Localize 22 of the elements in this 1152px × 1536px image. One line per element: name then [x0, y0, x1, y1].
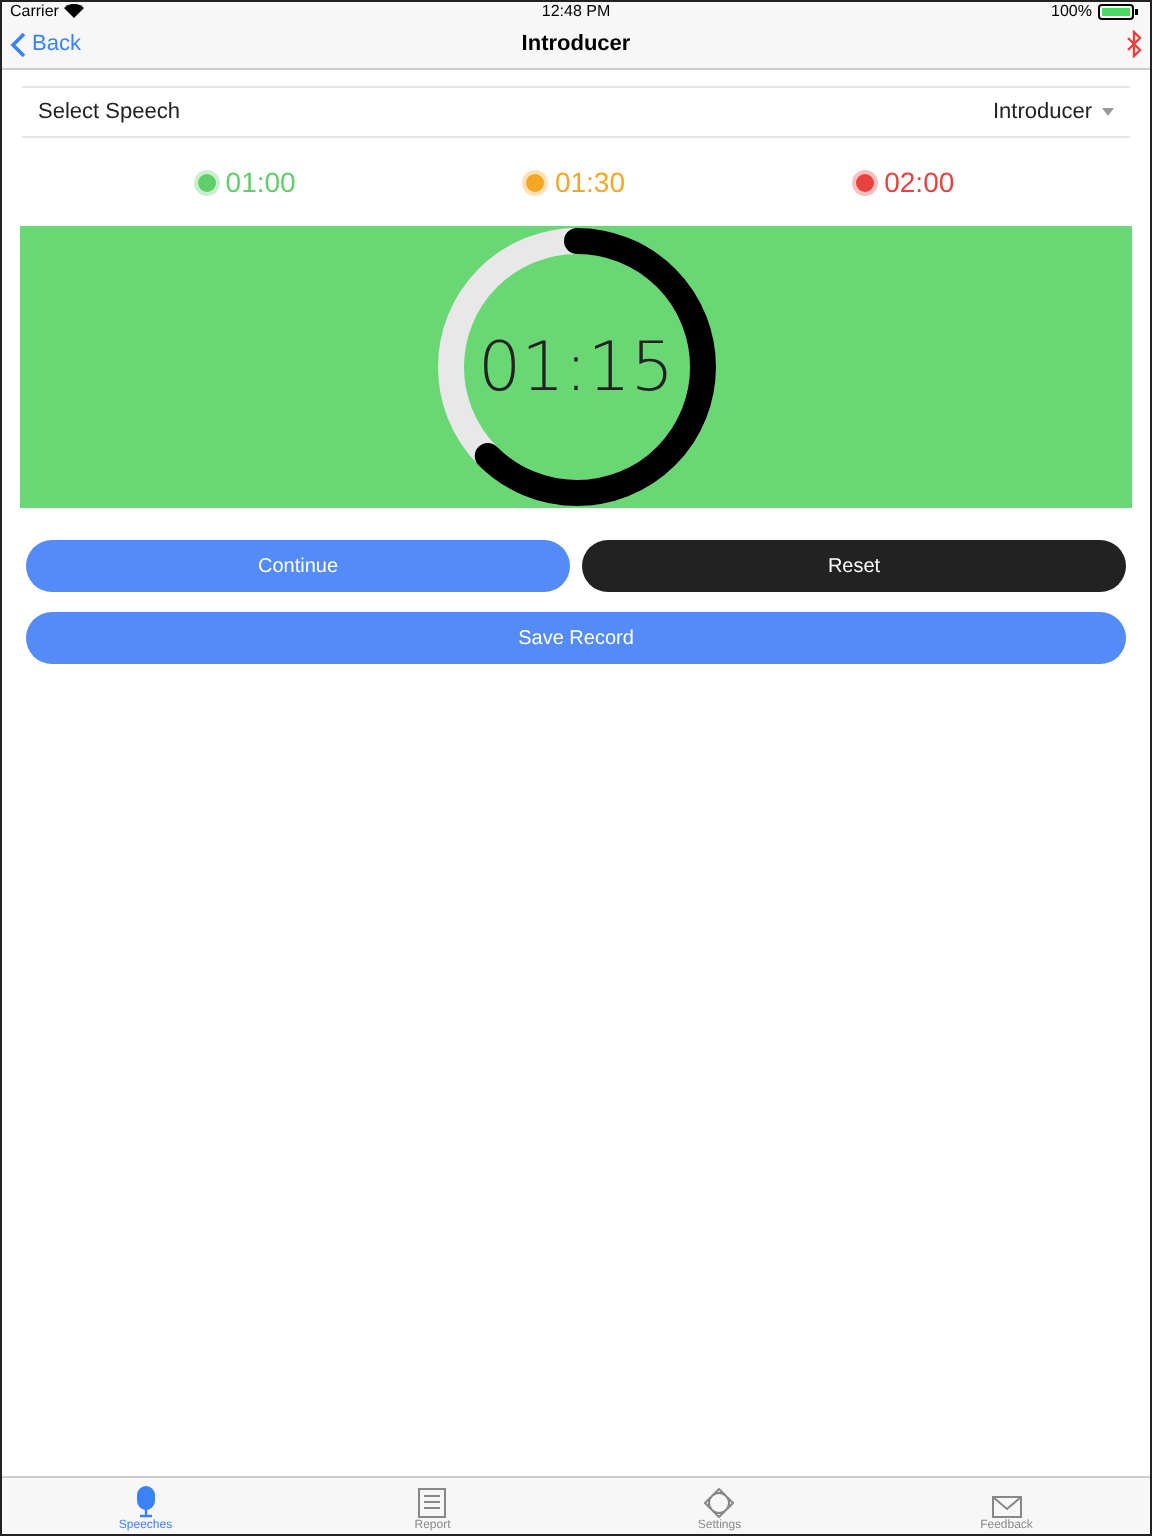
carrier-name: Carrier [10, 2, 59, 20]
continue-button[interactable]: Continue [26, 540, 570, 592]
wifi-icon [64, 4, 85, 18]
save-record-button[interactable]: Save Record [26, 612, 1126, 664]
reset-button[interactable]: Reset [582, 540, 1126, 592]
nav-title: Introducer [521, 32, 631, 56]
milestone-time: 01:30 [554, 166, 625, 198]
timer-readout: 01:15 [478, 327, 674, 407]
chevron-left-icon [10, 31, 26, 57]
microphone-icon [133, 1486, 158, 1518]
dropdown-caret-icon [1102, 108, 1114, 116]
battery-icon [1098, 3, 1142, 19]
speech-dropdown[interactable]: Introducer [992, 100, 1114, 124]
milestone-time: 01:00 [225, 166, 296, 198]
bluetooth-icon[interactable] [1126, 30, 1142, 58]
mail-icon [991, 1496, 1022, 1518]
select-speech-label: Select Speech [38, 100, 180, 124]
list-icon [418, 1488, 447, 1518]
back-button[interactable]: Back [10, 31, 81, 57]
milestone-time: 02:00 [884, 166, 955, 198]
battery-percent: 100% [1051, 2, 1092, 20]
status-time: 12:48 PM [541, 2, 611, 20]
